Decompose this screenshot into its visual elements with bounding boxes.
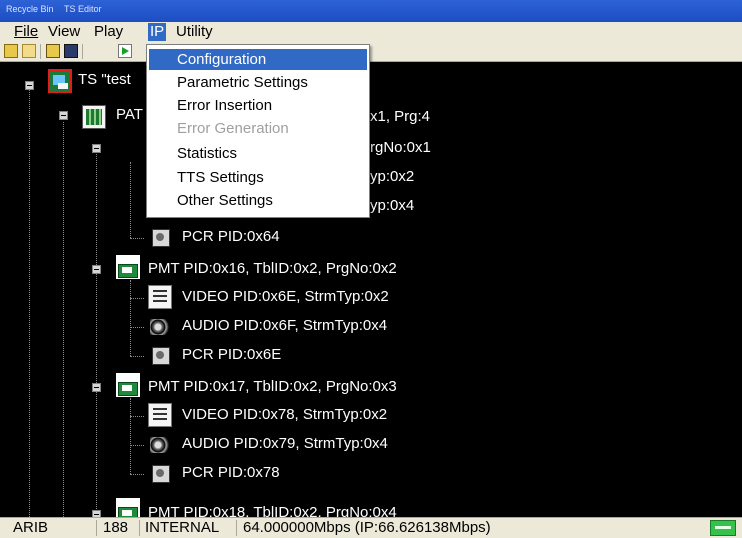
pat-table-icon <box>82 105 106 129</box>
tree-connector <box>130 162 131 238</box>
pmt3-label[interactable]: PMT PID:0x17, TblID:0x2, PrgNo:0x3 <box>148 377 397 397</box>
status-standard: ARIB <box>13 519 49 536</box>
pmt-icon <box>116 373 140 397</box>
tree-connector <box>130 238 144 239</box>
audio-stream-icon <box>148 433 172 457</box>
pmt1-pcr-label[interactable]: PCR PID:0x64 <box>182 227 280 247</box>
audio-stream-icon <box>148 315 172 339</box>
tree-connector <box>130 280 131 356</box>
collapse-toggle[interactable] <box>92 383 101 392</box>
tree-connector <box>130 416 144 417</box>
pcr-clock-icon <box>148 226 172 250</box>
pat-label-tail: x1, Prg:4 <box>370 108 431 125</box>
ts-tree-view[interactable]: TS "test PAT x1, Prg:4 rgNo:0x1 yp:0x2 y… <box>0 62 742 517</box>
menu-item-statistics[interactable]: Statistics <box>149 143 367 164</box>
folder-icon[interactable] <box>22 44 36 58</box>
status-bar: ARIB 188 INTERNAL 64.000000Mbps (IP:66.6… <box>0 517 742 538</box>
tree-connector <box>130 327 144 328</box>
menu-file[interactable]: File <box>12 23 40 41</box>
toolbar-separator <box>82 44 83 59</box>
status-rate: 64.000000Mbps (IP:66.626138Mbps) <box>243 519 491 536</box>
collapse-toggle[interactable] <box>92 144 101 153</box>
pmt3-pcr-label[interactable]: PCR PID:0x78 <box>182 463 280 483</box>
tree-connector <box>130 398 131 474</box>
open-folder-icon[interactable] <box>4 44 18 58</box>
pmt1-video-tail: yp:0x2 <box>370 168 415 185</box>
tree-connector <box>130 474 144 475</box>
status-separator <box>139 520 140 536</box>
pmt2-audio-label[interactable]: AUDIO PID:0x6F, StrmTyp:0x4 <box>182 316 387 336</box>
transport-stream-icon <box>48 69 72 93</box>
pat-label[interactable]: PAT <box>116 105 143 125</box>
status-separator <box>96 520 97 536</box>
collapse-toggle[interactable] <box>92 510 101 517</box>
menu-play[interactable]: Play <box>92 23 125 41</box>
title-bar: Recycle Bin TS Editor <box>0 0 742 22</box>
menu-ip[interactable]: IP <box>148 23 167 41</box>
pmt2-pcr-label[interactable]: PCR PID:0x6E <box>182 345 281 365</box>
play-icon[interactable] <box>118 44 132 58</box>
menu-item-error-insertion[interactable]: Error Insertion <box>149 95 367 116</box>
status-separator <box>236 520 237 536</box>
pmt4-label[interactable]: PMT PID:0x18, TblID:0x2, PrgNo:0x4 <box>148 503 397 517</box>
pmt2-video-label[interactable]: VIDEO PID:0x6E, StrmTyp:0x2 <box>182 287 389 307</box>
tree-connector <box>130 298 144 299</box>
pcr-clock-icon <box>148 462 172 486</box>
ts-root-label[interactable]: TS "test <box>78 70 131 90</box>
collapse-toggle[interactable] <box>92 265 101 274</box>
menu-view[interactable]: View <box>46 23 82 41</box>
menu-item-other-settings[interactable]: Other Settings <box>149 190 367 211</box>
tree-connector <box>130 445 144 446</box>
video-stream-icon <box>148 285 172 309</box>
collapse-toggle[interactable] <box>25 81 34 90</box>
menu-utility[interactable]: Utility <box>174 23 215 41</box>
menu-bar: File View Play IP Utility <box>0 22 742 42</box>
menu-item-error-generation: Error Generation <box>177 120 289 137</box>
pmt3-video-label[interactable]: VIDEO PID:0x78, StrmTyp:0x2 <box>182 405 387 425</box>
menu-item-parametric-settings[interactable]: Parametric Settings <box>149 72 367 93</box>
ip-dropdown-menu: Configuration Parametric Settings Error … <box>146 44 370 218</box>
pmt-icon <box>116 498 140 517</box>
collapse-toggle[interactable] <box>59 111 68 120</box>
pmt1-label-tail: rgNo:0x1 <box>370 139 431 156</box>
tree-connector <box>130 356 144 357</box>
video-stream-icon <box>148 403 172 427</box>
title-left-text: Recycle Bin <box>6 4 54 14</box>
menu-item-configuration[interactable]: Configuration <box>149 49 367 70</box>
status-packet-size: 188 <box>103 519 129 536</box>
status-clock-source: INTERNAL <box>145 519 220 536</box>
menu-file-label: File <box>14 23 39 40</box>
status-led-icon <box>710 520 736 536</box>
pcr-clock-icon <box>148 344 172 368</box>
open-file-icon[interactable] <box>46 44 60 58</box>
pmt2-label[interactable]: PMT PID:0x16, TblID:0x2, PrgNo:0x2 <box>148 259 397 279</box>
pmt1-audio-tail: yp:0x4 <box>370 197 415 214</box>
toolbar-separator <box>40 44 41 59</box>
toolbar <box>0 42 742 62</box>
pmt3-audio-label[interactable]: AUDIO PID:0x79, StrmTyp:0x4 <box>182 434 388 454</box>
tree-connector <box>29 82 30 517</box>
save-icon[interactable] <box>64 44 78 58</box>
tree-connector <box>63 122 64 517</box>
pmt-icon <box>116 255 140 279</box>
menu-item-tts-settings[interactable]: TTS Settings <box>149 167 367 188</box>
tree-connector <box>96 148 97 517</box>
title-right-text: TS Editor <box>64 4 102 14</box>
